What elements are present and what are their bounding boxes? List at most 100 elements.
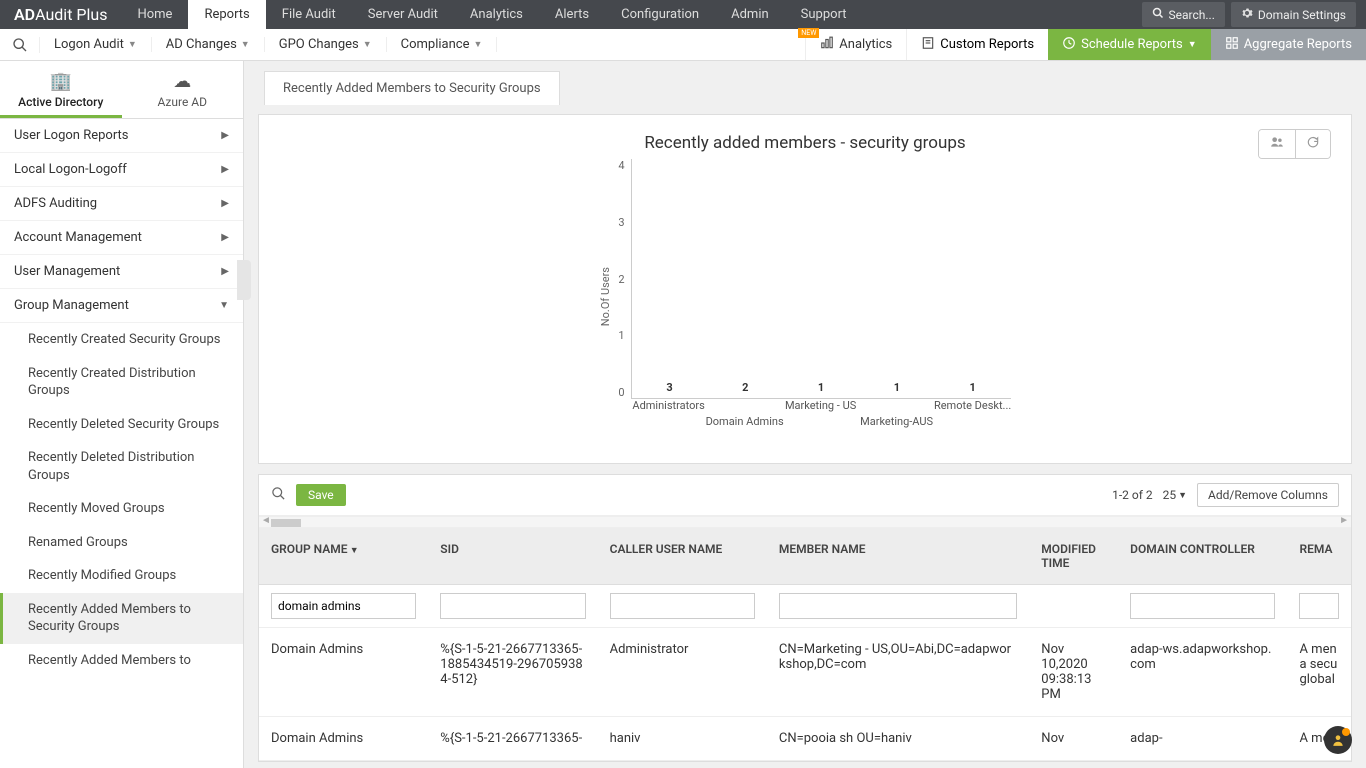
sidebar-sub-moved[interactable]: Recently Moved Groups [0,492,243,526]
col-remarks[interactable]: REMA [1287,528,1351,585]
chart-users-button[interactable] [1259,130,1295,158]
horizontal-scrollbar[interactable] [259,516,1351,528]
nav-reports[interactable]: Reports [188,0,265,29]
chart-actions [1258,129,1331,159]
col-group-name[interactable]: GROUP NAME [259,528,428,585]
col-sid[interactable]: SID [428,528,597,585]
chart-bar: 2 [707,381,783,398]
gear-icon [1241,7,1253,22]
nav-admin[interactable]: Admin [715,0,785,29]
analytics-button[interactable]: NEW Analytics [805,29,906,60]
filter-member[interactable] [779,593,1017,619]
cell-sid: %{S-1-5-21-2667713365- [428,717,597,761]
nav-configuration[interactable]: Configuration [605,0,715,29]
chart-card: Recently added members - security groups… [258,114,1352,464]
top-bar: ADAudit Plus Home Reports File Audit Ser… [0,0,1366,29]
nav-analytics[interactable]: Analytics [454,0,539,29]
sidebar-cat-user-mgmt[interactable]: User Management▶ [0,255,243,289]
subnav-logon-audit[interactable]: Logon Audit▼ [40,37,152,52]
chart-bar: 3 [632,381,708,398]
sidebar-sub-deleted-security[interactable]: Recently Deleted Security Groups [0,408,243,442]
sidebar-cat-user-logon[interactable]: User Logon Reports▶ [0,119,243,153]
save-button[interactable]: Save [296,484,346,506]
aggregate-reports-label: Aggregate Reports [1244,37,1352,52]
sidebar-sub-modified[interactable]: Recently Modified Groups [0,559,243,593]
add-remove-columns-button[interactable]: Add/Remove Columns [1197,483,1339,507]
cell-caller: Administrator [598,628,767,717]
chart-bar: 1 [935,381,1011,398]
chevron-right-icon: ▶ [221,164,229,175]
cell-sid: %{S-1-5-21-2667713365-1885434519-2967059… [428,628,597,717]
tab-azure-ad[interactable]: ☁ Azure AD [122,61,244,118]
sidebar-sub-deleted-dist[interactable]: Recently Deleted Distribution Groups [0,441,243,492]
sidebar-sub-created-dist[interactable]: Recently Created Distribution Groups [0,357,243,408]
chevron-down-icon: ▼ [219,300,229,311]
table-header-row: GROUP NAME SID CALLER USER NAME MEMBER N… [259,528,1351,585]
schedule-reports-button[interactable]: Schedule Reports ▼ [1048,29,1211,60]
subnav-compliance[interactable]: Compliance▼ [387,37,498,52]
chevron-right-icon: ▶ [221,198,229,209]
table-row: Domain Admins %{S-1-5-21-2667713365- han… [259,717,1351,761]
filter-group-name[interactable] [271,593,416,619]
sidebar-cat-account-mgmt[interactable]: Account Management▶ [0,221,243,255]
cell-dc: adap- [1118,717,1287,761]
nav-home[interactable]: Home [121,0,188,29]
chart-plot: 32111 [631,159,1011,399]
aggregate-reports-button[interactable]: Aggregate Reports [1211,29,1366,60]
top-nav: Home Reports File Audit Server Audit Ana… [121,0,862,29]
col-modified-time[interactable]: MODIFIED TIME [1029,528,1118,585]
cell-time: Nov [1029,717,1118,761]
quick-search-icon[interactable] [0,37,40,53]
search-label: Search... [1169,8,1215,22]
caret-down-icon: ▼ [128,39,137,50]
pager-text: 1-2 of 2 [1112,488,1153,502]
cell-member: CN=pooia sh OU=haniv [767,717,1029,761]
caret-down-icon: ▼ [1178,490,1187,501]
main-content: Recently Added Members to Security Group… [244,61,1366,768]
filter-dc[interactable] [1130,593,1275,619]
chart-ylabel: No.Of Users [599,267,612,326]
help-floating-button[interactable] [1324,726,1352,754]
brand-logo: ADAudit Plus [0,0,121,29]
caret-down-icon: ▼ [241,39,250,50]
sidebar-cat-local-logon[interactable]: Local Logon-Logoff▶ [0,153,243,187]
cell-caller: haniv [598,717,767,761]
cell-member: CN=Marketing - US,OU=Abi,DC=adapworkshop… [767,628,1029,717]
caret-down-icon: ▼ [1188,39,1197,50]
schedule-reports-label: Schedule Reports [1081,37,1183,52]
col-dc[interactable]: DOMAIN CONTROLLER [1118,528,1287,585]
search-icon [1152,7,1164,22]
col-member[interactable]: MEMBER NAME [767,528,1029,585]
cell-dc: adap-ws.adapworkshop.com [1118,628,1287,717]
subnav-gpo-changes[interactable]: GPO Changes▼ [265,37,387,52]
sidebar-collapse-handle[interactable] [237,260,251,300]
caret-down-icon: ▼ [474,39,483,50]
table-search-icon[interactable] [271,486,286,505]
nav-support[interactable]: Support [785,0,863,29]
filter-sid[interactable] [440,593,585,619]
tab-active-directory[interactable]: 🏢 Active Directory [0,61,122,118]
global-search-button[interactable]: Search... [1142,2,1225,27]
custom-reports-button[interactable]: Custom Reports [906,29,1048,60]
filter-remarks[interactable] [1299,593,1339,619]
chart-bar: 1 [783,381,859,398]
sidebar-cat-adfs[interactable]: ADFS Auditing▶ [0,187,243,221]
subnav-ad-changes[interactable]: AD Changes▼ [152,37,265,52]
col-caller[interactable]: CALLER USER NAME [598,528,767,585]
nav-file-audit[interactable]: File Audit [266,0,352,29]
sidebar-sub-renamed[interactable]: Renamed Groups [0,526,243,560]
sidebar-sub-created-security[interactable]: Recently Created Security Groups [0,323,243,357]
sidebar-sub-added-security[interactable]: Recently Added Members to Security Group… [0,593,243,644]
nav-alerts[interactable]: Alerts [539,0,605,29]
cell-group: Domain Admins [259,717,428,761]
nav-server-audit[interactable]: Server Audit [352,0,454,29]
chart-refresh-button[interactable] [1295,130,1330,158]
new-badge: NEW [798,28,819,38]
sidebar-cat-group-mgmt[interactable]: Group Management▼ [0,289,243,323]
cell-remarks: A men a secu global [1287,628,1351,717]
filter-caller[interactable] [610,593,755,619]
page-size-selector[interactable]: 25▼ [1163,488,1187,502]
sidebar-sub-added-to[interactable]: Recently Added Members to [0,644,243,678]
chevron-right-icon: ▶ [221,130,229,141]
domain-settings-button[interactable]: Domain Settings [1231,2,1356,27]
